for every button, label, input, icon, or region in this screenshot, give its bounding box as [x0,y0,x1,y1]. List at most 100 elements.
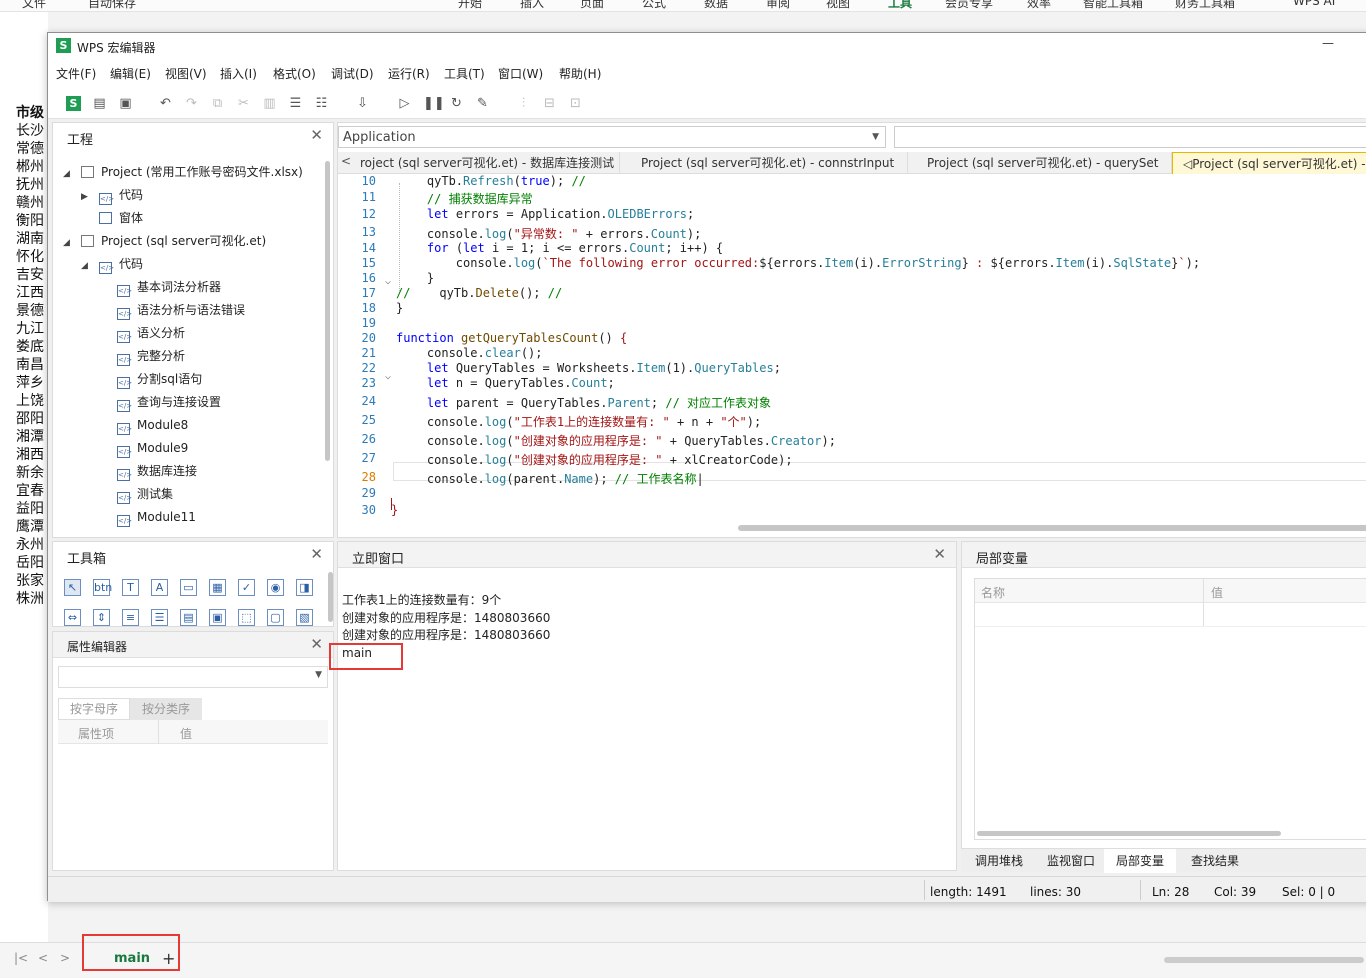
import-icon[interactable]: ⇩ [355,96,370,111]
ribbon-tab[interactable]: 插入 [520,0,544,11]
save-icon[interactable]: ▣ [118,96,133,111]
design-mode-icon[interactable]: ✎ [475,96,490,111]
menu-tools[interactable]: 工具(T) [444,65,485,82]
toolbox-scrollbar[interactable] [328,572,333,622]
procedure-select[interactable] [894,126,1366,148]
pause-icon[interactable]: ❚❚ [423,96,445,111]
tree-item[interactable]: </> 分割sql语句 [117,369,202,389]
next-sheet-icon[interactable]: > [60,951,70,965]
sheet-cell[interactable]: 吉安 [16,264,44,284]
new-module-icon[interactable]: ▤ [92,96,107,111]
sheet-cell[interactable]: 永州 [16,534,44,554]
ribbon-tab[interactable]: 视图 [826,0,850,11]
combobox-control-icon[interactable]: ▦ [209,579,226,596]
tree-item[interactable]: </> Module9 [117,438,188,458]
ribbon-tab[interactable]: 公式 [642,0,666,11]
editor-tab[interactable]: Project (sql server可视化.et) - connstrInpu… [631,152,908,174]
expand-arrow-icon[interactable]: ◢ [63,164,81,184]
checkbox-control-icon[interactable]: ✓ [238,579,255,596]
first-sheet-icon[interactable]: |< [14,951,28,965]
cut-icon[interactable]: ✂ [236,96,251,111]
frame-control-icon[interactable]: ▭ [180,579,197,596]
tree-item[interactable]: </> 语法分析与语法错误 [117,300,245,320]
close-immediate-window-icon[interactable]: ✕ [933,545,946,563]
sheet-cell[interactable]: 岳阳 [16,552,44,572]
ribbon-tab[interactable]: WPS AI [1293,0,1335,8]
page-control-icon[interactable]: ▢ [267,609,284,626]
ribbon-tab[interactable]: 数据 [704,0,728,11]
close-property-editor-icon[interactable]: ✕ [310,635,323,653]
ribbon-tab[interactable]: 开始 [458,0,482,11]
refedit-control-icon[interactable]: ⬚ [238,609,255,626]
outdent-icon[interactable]: ☷ [314,96,329,111]
ribbon-tab[interactable]: 会员专享 [945,0,993,11]
sheet-cell[interactable]: 景德 [16,300,44,320]
ribbon-tab[interactable]: 审阅 [766,0,790,11]
menu-window[interactable]: 窗口(W) [498,65,543,82]
sheet-cell[interactable]: 宜春 [16,480,44,500]
tree-item[interactable]: </> 语义分析 [117,323,185,343]
tree-item[interactable]: ▶ </> 代码 [81,185,143,205]
ribbon-file[interactable]: 文件 [22,0,46,11]
editor-tab[interactable]: roject (sql server可视化.et) - 数据库连接测试 [350,152,620,174]
project-scrollbar[interactable] [325,161,330,461]
sheet-cell[interactable]: 湘西 [16,444,44,464]
ribbon-autosave[interactable]: 自动保存 [88,0,136,11]
code-area[interactable]: 10 11 12 13 14 15 16 17 18 19 20 21 22 23 24 25 26 27 28 29… [338,174,1366,517]
menu-help[interactable]: 帮助(H) [559,65,601,82]
menu-insert[interactable]: 插入(I) [220,65,257,82]
tree-item[interactable]: </> Module8 [117,415,188,435]
editor-tab-active[interactable]: ◁Project (sql server可视化.et) - main [1172,152,1366,174]
sheet-cell[interactable]: 南昌 [16,354,44,374]
button-control-icon[interactable]: btn [93,579,112,596]
fold-toggle-icon[interactable]: ⌵ [385,371,391,382]
expand-arrow-icon[interactable]: ◢ [63,233,81,253]
close-project-panel-icon[interactable]: ✕ [310,126,323,144]
tree-item[interactable]: </> 查询与连接设置 [117,392,221,412]
multipage-control-icon[interactable]: ☰ [151,609,168,626]
tree-item[interactable]: ◢ Project (sql server可视化.et) [63,231,266,251]
reset-icon[interactable]: ↻ [449,96,464,111]
tree-item[interactable]: 窗体 [81,208,143,228]
sheet-cell[interactable]: 长沙 [16,120,44,140]
tree-item[interactable]: </> Module11 [117,507,196,527]
sheet-cell[interactable]: 鹰潭 [16,516,44,536]
minimize-button[interactable]: — [1322,36,1334,50]
ribbon-tab[interactable]: 效率 [1027,0,1051,11]
sheet-cell[interactable]: 抚州 [16,174,44,194]
sheet-cell[interactable]: 市级 [16,102,44,122]
image-control-icon[interactable]: ▣ [209,609,226,626]
sheet-cell[interactable]: 九江 [16,318,44,338]
copy-icon[interactable]: ⧉ [210,96,225,111]
sort-alpha-tab[interactable]: 按字母序 [58,698,130,720]
step-over-icon[interactable]: ⊟ [542,96,557,111]
menu-view[interactable]: 视图(V) [165,65,207,82]
sheet-cell[interactable]: 赣州 [16,192,44,212]
tree-item[interactable]: </> 数据库连接 [117,461,197,481]
tree-item[interactable]: </> 测试集 [117,484,173,504]
sort-category-tab[interactable]: 按分类序 [130,698,202,720]
menu-debug[interactable]: 调试(D) [331,65,374,82]
tree-item[interactable]: ◢ Project (常用工作账号密码文件.xlsx) [63,162,303,182]
pointer-icon[interactable]: ↖ [64,579,81,596]
sheet-cell[interactable]: 怀化 [16,246,44,266]
textbox-control-icon[interactable]: A [151,579,168,596]
tab-call-stack[interactable]: 调用堆栈 [963,849,1035,873]
run-icon[interactable]: ▷ [397,96,412,111]
spin-control-icon[interactable]: ⇕ [93,609,110,626]
ribbon-tab[interactable]: 财务工具箱 [1175,0,1235,11]
togglebutton-control-icon[interactable]: ◨ [296,579,313,596]
sheet-cell[interactable]: 郴州 [16,156,44,176]
sheet-cell[interactable]: 株洲 [16,588,44,608]
scrollbar-h-control-icon[interactable]: ⇔ [64,609,81,626]
step-into-icon[interactable]: ⫶ [516,96,531,111]
redo-icon[interactable]: ↷ [184,96,199,111]
wps-app-icon[interactable]: S [66,96,81,111]
sheet-cell[interactable]: 张家 [16,570,44,590]
sheet-cell[interactable]: 新余 [16,462,44,482]
sheet-cell[interactable]: 萍乡 [16,372,44,392]
sheet-cell[interactable]: 湖南 [16,228,44,248]
fold-toggle-icon[interactable]: ⌵ [385,276,391,287]
step-out-icon[interactable]: ⊡ [568,96,583,111]
sheet-cell[interactable]: 湘潭 [16,426,44,446]
